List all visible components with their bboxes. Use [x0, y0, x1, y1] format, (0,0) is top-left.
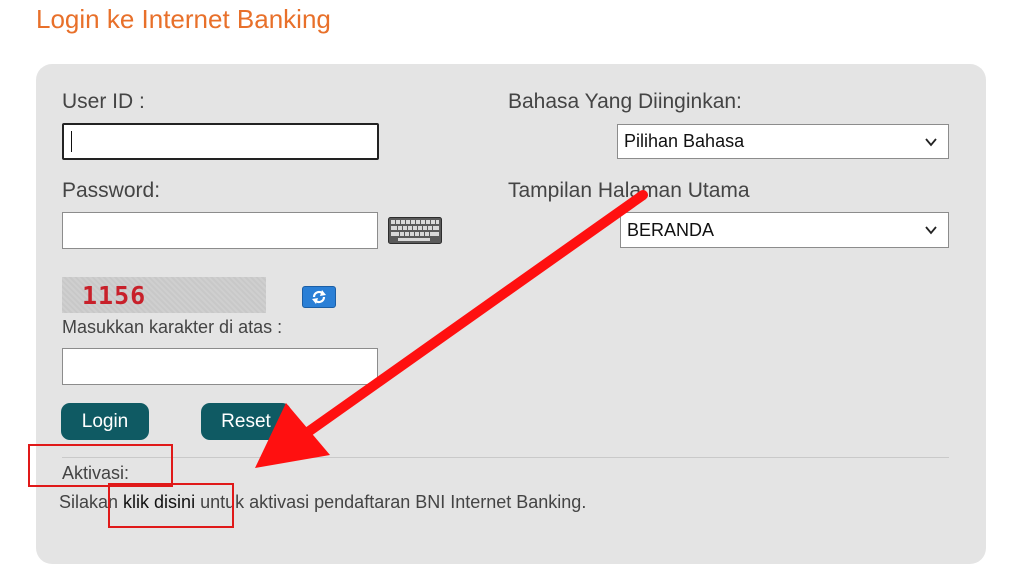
- homepage-selected-value: BERANDA: [627, 219, 715, 240]
- language-select[interactable]: Pilihan Bahasa: [617, 124, 949, 159]
- captcha-image: 1156: [62, 277, 266, 313]
- divider: [62, 457, 949, 458]
- reset-button[interactable]: Reset: [201, 403, 291, 440]
- activation-text-after: untuk aktivasi pendaftaran BNI Internet …: [195, 492, 587, 512]
- homepage-label: Tampilan Halaman Utama: [508, 179, 750, 202]
- text-cursor: [71, 131, 72, 152]
- chevron-down-icon: [925, 226, 937, 235]
- user-id-input[interactable]: [62, 123, 379, 160]
- page-title: Login ke Internet Banking: [36, 4, 331, 34]
- user-id-label: User ID :: [62, 90, 145, 113]
- captcha-input[interactable]: [62, 348, 378, 385]
- annotation-box-link: [108, 483, 234, 528]
- password-input[interactable]: [62, 212, 378, 249]
- homepage-select[interactable]: BERANDA: [620, 212, 949, 248]
- password-label: Password:: [62, 179, 161, 202]
- language-selected-value: Pilihan Bahasa: [624, 131, 745, 151]
- captcha-prompt: Masukkan karakter di atas :: [62, 317, 283, 337]
- login-button[interactable]: Login: [61, 403, 149, 440]
- annotation-box-aktivasi: [28, 444, 173, 487]
- keyboard-icon[interactable]: [388, 217, 442, 244]
- language-label: Bahasa Yang Diinginkan:: [508, 90, 742, 113]
- refresh-icon[interactable]: [302, 286, 336, 308]
- chevron-down-icon: [925, 137, 937, 146]
